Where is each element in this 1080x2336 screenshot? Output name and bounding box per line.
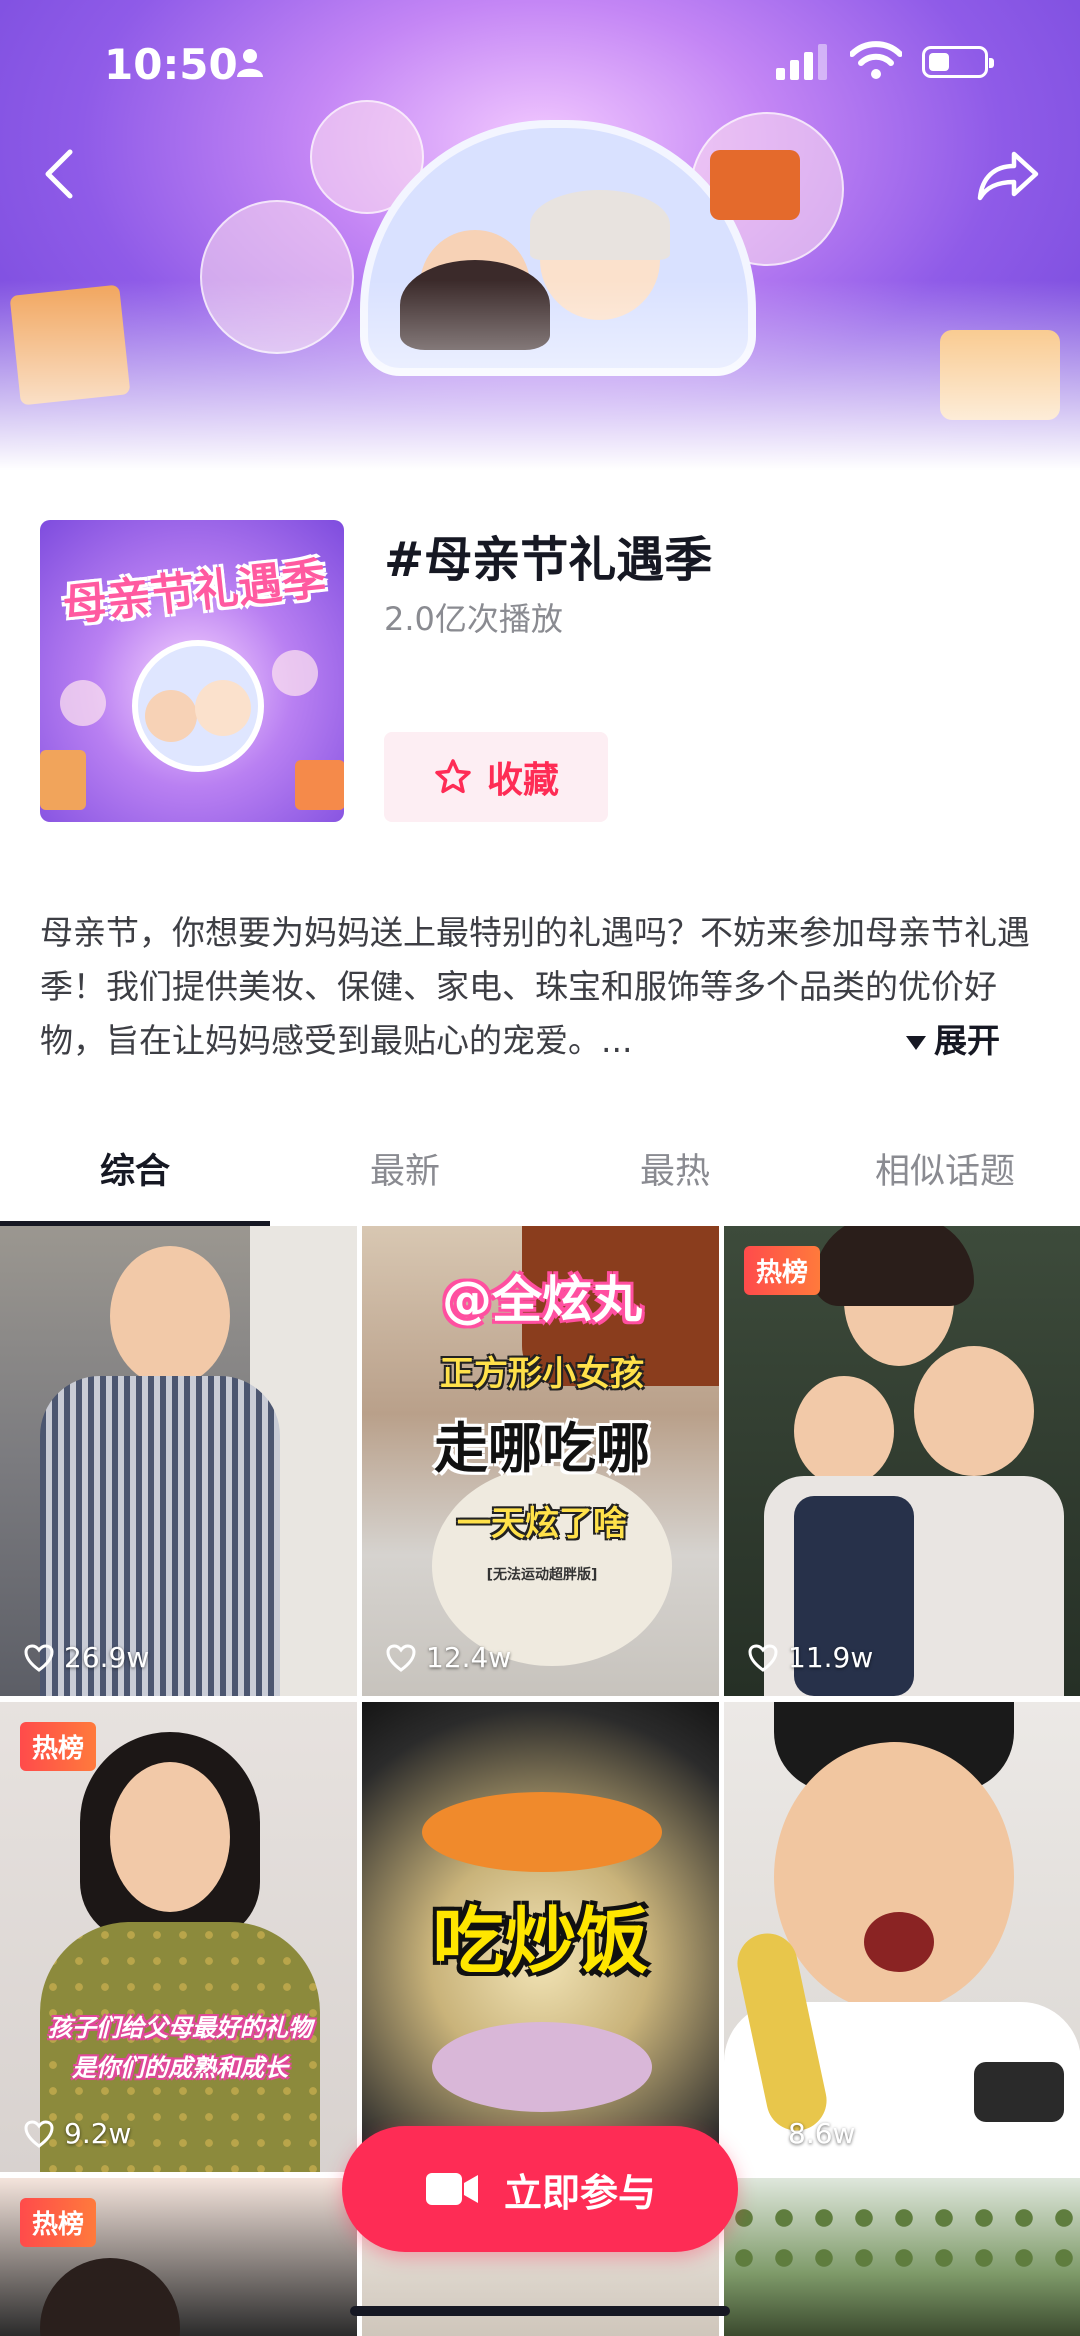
cover-title: 母亲节礼遇季 xyxy=(60,553,329,632)
like-count: 12.4w xyxy=(386,1641,511,1674)
share-icon[interactable] xyxy=(976,148,1040,204)
join-now-label: 立即参与 xyxy=(503,2170,656,2215)
caret-down-icon xyxy=(906,1035,926,1050)
video-card[interactable]: @全炫丸 正方形小女孩 走哪吃哪 一天炫了啥 [无法运动超胖版] 12.4w xyxy=(362,1226,719,1696)
tab-bar: 综合 最新 最热 相似话题 xyxy=(0,1140,1080,1226)
collect-label: 收藏 xyxy=(486,760,559,801)
wifi-icon xyxy=(850,41,902,79)
heart-icon xyxy=(24,1643,54,1672)
status-bar: 10:50 xyxy=(0,0,1080,120)
battery-icon xyxy=(922,46,994,78)
like-count: 8.6w xyxy=(748,2117,855,2150)
heart-icon xyxy=(386,1643,416,1672)
tab-similar-topics[interactable]: 相似话题 xyxy=(810,1140,1080,1224)
star-icon xyxy=(435,759,471,794)
signal-icon xyxy=(776,44,827,80)
home-indicator xyxy=(350,2306,730,2316)
collect-button[interactable]: 收藏 xyxy=(384,732,608,822)
video-caption: [无法运动超胖版] xyxy=(486,1567,598,1583)
hot-badge: 热榜 xyxy=(20,2198,97,2247)
video-caption: 孩子们给父母最好的礼物 xyxy=(48,2014,312,2042)
heart-icon xyxy=(748,1643,778,1672)
back-icon[interactable] xyxy=(36,146,84,202)
video-card[interactable]: 孩子们给父母最好的礼物 是你们的成熟和成长 热榜 9.2w xyxy=(0,1702,357,2172)
hot-badge: 热榜 xyxy=(20,1722,97,1771)
description-text: 母亲节，你想要为妈妈送上最特别的礼遇吗？不妨来参加母亲节礼遇季！我们提供美妆、保… xyxy=(40,913,1030,1060)
person-icon xyxy=(237,49,263,77)
join-now-button[interactable]: 立即参与 xyxy=(342,2126,738,2252)
tab-latest[interactable]: 最新 xyxy=(270,1140,540,1224)
topic-cover-image: 母亲节礼遇季 xyxy=(40,520,344,822)
expand-button[interactable]: 展开 xyxy=(886,1014,1000,1068)
video-caption: 吃炒饭 xyxy=(432,1899,649,1983)
like-count-text: 12.4w xyxy=(426,1641,512,1674)
tab-comprehensive[interactable]: 综合 xyxy=(0,1140,270,1226)
video-camera-icon xyxy=(425,2173,478,2205)
tab-hottest[interactable]: 最热 xyxy=(540,1140,810,1224)
heart-icon xyxy=(748,2119,778,2148)
video-caption: @全炫丸 xyxy=(442,1271,642,1329)
like-count: 9.2w xyxy=(24,2117,131,2150)
video-card[interactable]: 吃炒饭 xyxy=(362,1702,719,2172)
status-time: 10:50 xyxy=(104,40,238,89)
like-count-text: 26.9w xyxy=(64,1641,150,1674)
play-count: 2.0亿次播放 xyxy=(384,600,563,638)
video-caption: 正方形小女孩 xyxy=(440,1354,644,1394)
topic-title: #母亲节礼遇季 xyxy=(384,532,713,588)
like-count-text: 8.6w xyxy=(788,2117,856,2150)
topic-description: 母亲节，你想要为妈妈送上最特别的礼遇吗？不妨来参加母亲节礼遇季！我们提供美妆、保… xyxy=(40,906,1040,1068)
expand-label: 展开 xyxy=(934,1021,1000,1060)
hot-badge: 热榜 xyxy=(744,1246,821,1295)
video-card[interactable]: 热榜 xyxy=(0,2178,357,2336)
like-count-text: 9.2w xyxy=(64,2117,132,2150)
video-card[interactable] xyxy=(724,2178,1080,2336)
video-caption: 走哪吃哪 xyxy=(434,1417,650,1480)
like-count-text: 11.9w xyxy=(788,1641,874,1674)
video-caption: 是你们的成熟和成长 xyxy=(72,2054,288,2082)
like-count: 26.9w xyxy=(24,1641,149,1674)
like-count: 11.9w xyxy=(748,1641,873,1674)
video-caption: 一天炫了啥 xyxy=(457,1504,627,1544)
video-card[interactable]: 8.6w xyxy=(724,1702,1080,2172)
video-card[interactable]: 26.9w xyxy=(0,1226,357,1696)
heart-icon xyxy=(24,2119,54,2148)
video-card[interactable]: 热榜 11.9w xyxy=(724,1226,1080,1696)
